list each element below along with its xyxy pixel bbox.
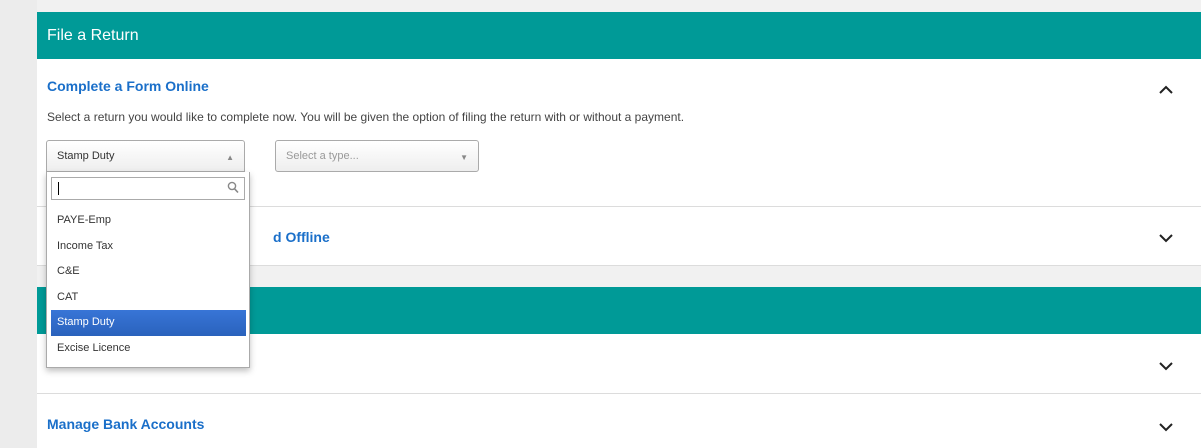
dropdown-option[interactable]: Stamp Duty — [51, 310, 246, 336]
file-return-header: File a Return — [37, 12, 1201, 59]
dropdown-option[interactable]: Excise Licence — [51, 336, 246, 362]
caret-down-icon: ▼ — [460, 153, 468, 162]
search-icon — [227, 181, 239, 199]
complete-online-title[interactable]: Complete a Form Online — [47, 78, 209, 94]
chevron-down-icon[interactable] — [1159, 233, 1173, 245]
chevron-down-icon[interactable] — [1159, 361, 1173, 373]
dropdown-search[interactable] — [51, 177, 245, 200]
left-strip — [0, 0, 37, 448]
bank-accounts-section: Manage Bank Accounts — [37, 394, 1201, 448]
file-return-header-title: File a Return — [47, 26, 139, 44]
offline-title[interactable]: d Offline — [273, 229, 330, 245]
text-caret — [58, 182, 59, 195]
dropdown-option[interactable]: Income Tax — [51, 234, 246, 260]
complete-online-description: Select a return you would like to comple… — [47, 110, 685, 124]
dropdown-option[interactable]: CAT — [51, 285, 246, 311]
dropdown-options: PAYE-Emp Income Tax C&E CAT Stamp Duty E… — [51, 208, 246, 362]
dropdown-search-input[interactable] — [52, 178, 222, 199]
chevron-up-icon[interactable] — [1159, 85, 1173, 97]
form-select-value: Stamp Duty — [57, 150, 115, 162]
chevron-down-icon[interactable] — [1159, 422, 1173, 434]
type-select-placeholder: Select a type... — [286, 150, 359, 162]
form-select[interactable]: Stamp Duty ▲ — [46, 140, 245, 172]
form-dropdown: PAYE-Emp Income Tax C&E CAT Stamp Duty E… — [46, 172, 250, 368]
bank-accounts-title[interactable]: Manage Bank Accounts — [47, 416, 204, 432]
dropdown-option[interactable]: PAYE-Emp — [51, 208, 246, 234]
type-select[interactable]: Select a type... ▼ — [275, 140, 479, 172]
top-gap — [37, 0, 1201, 12]
caret-up-icon: ▲ — [226, 153, 234, 162]
dropdown-option[interactable]: C&E — [51, 259, 246, 285]
